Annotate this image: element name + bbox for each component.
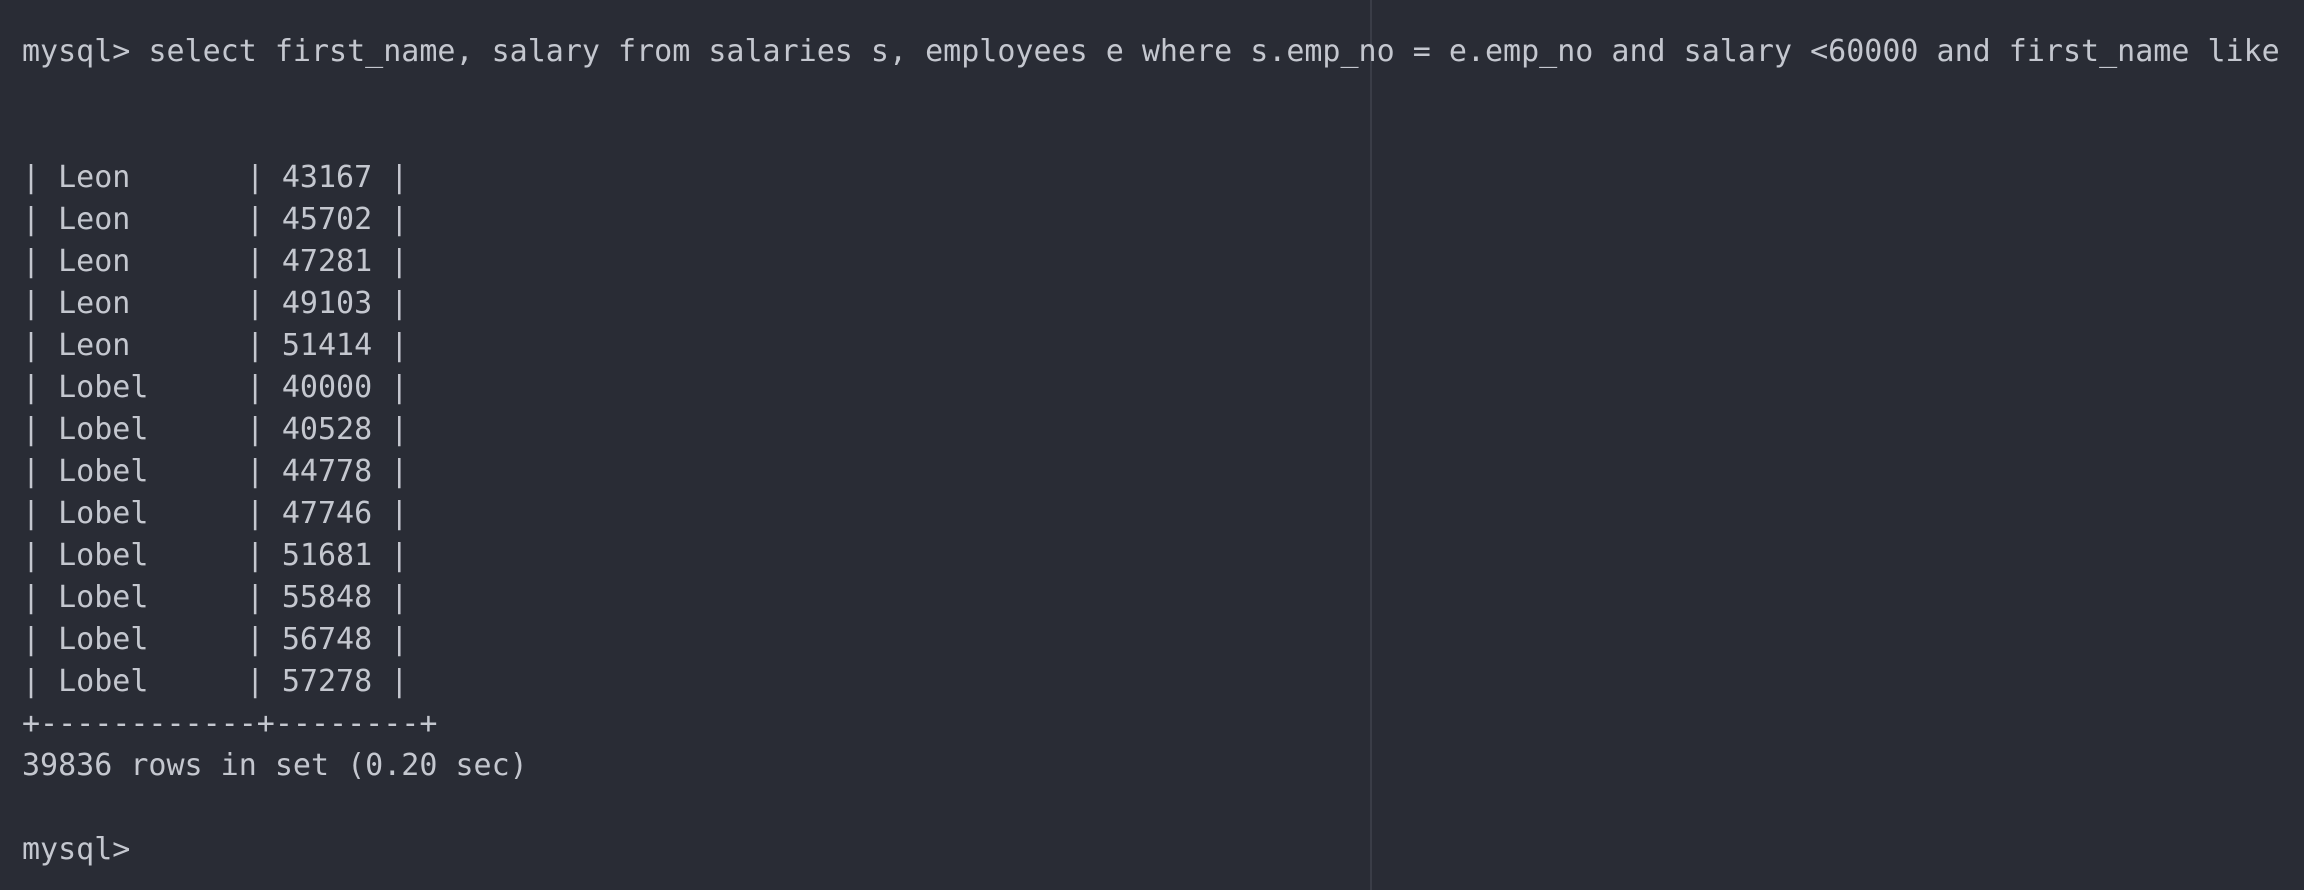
table-row: | Lobel | 55848 | bbox=[22, 577, 408, 619]
command-prompt: mysql> bbox=[22, 34, 149, 69]
first-name-cell: Leon bbox=[58, 160, 131, 195]
salary-cell: 51681 bbox=[281, 538, 373, 573]
column-separator: | bbox=[246, 664, 265, 699]
first-name-cell: Lobel bbox=[58, 538, 149, 573]
table-row: | Lobel | 47746 | bbox=[22, 493, 408, 535]
column-separator: | bbox=[246, 454, 265, 489]
result-summary: 39836 rows in set (0.20 sec) bbox=[22, 748, 528, 783]
column-separator: | bbox=[22, 622, 59, 657]
table-row: | Lobel | 51681 | bbox=[22, 535, 408, 577]
column-separator: | bbox=[22, 664, 59, 699]
column-separator: | bbox=[246, 622, 265, 657]
column-separator: | bbox=[372, 328, 409, 363]
column-separator: | bbox=[372, 202, 409, 237]
column-separator: | bbox=[372, 580, 409, 615]
first-name-cell: Leon bbox=[58, 286, 131, 321]
table-row: | Lobel | 40528 | bbox=[22, 409, 408, 451]
column-separator: | bbox=[246, 328, 265, 363]
salary-cell: 40528 bbox=[281, 412, 373, 447]
salary-cell: 57278 bbox=[281, 664, 373, 699]
first-name-cell: Lobel bbox=[58, 580, 149, 615]
first-name-cell: Lobel bbox=[58, 454, 149, 489]
column-separator: | bbox=[22, 160, 59, 195]
result-rows: | Leon | 43167 | | Leon | 45702 | | Leon | 47281… bbox=[22, 157, 408, 703]
column-separator: | bbox=[372, 244, 409, 279]
column-separator: | bbox=[372, 622, 409, 657]
first-name-cell: Lobel bbox=[58, 496, 149, 531]
first-name-cell: Lobel bbox=[58, 664, 149, 699]
table-row: | Lobel | 40000 | bbox=[22, 367, 408, 409]
table-row: | Lobel | 44778 | bbox=[22, 451, 408, 493]
column-separator: | bbox=[372, 454, 409, 489]
salary-cell: 45702 bbox=[281, 202, 373, 237]
terminal-window[interactable]: mysql> select first_name, salary from sa… bbox=[0, 0, 2304, 890]
salary-cell: 56748 bbox=[281, 622, 373, 657]
command-text: select first_name, salary from salaries … bbox=[148, 34, 2304, 69]
salary-cell: 49103 bbox=[281, 286, 373, 321]
column-separator: | bbox=[22, 328, 59, 363]
table-row: | Leon | 45702 | bbox=[22, 199, 408, 241]
column-separator: | bbox=[246, 412, 265, 447]
salary-cell: 47281 bbox=[281, 244, 373, 279]
table-row: | Leon | 43167 | bbox=[22, 157, 408, 199]
column-separator: | bbox=[372, 664, 409, 699]
column-separator: | bbox=[22, 580, 59, 615]
column-separator: | bbox=[22, 454, 59, 489]
table-row: | Lobel | 56748 | bbox=[22, 619, 408, 661]
salary-cell: 47746 bbox=[281, 496, 373, 531]
column-separator: | bbox=[22, 538, 59, 573]
first-name-cell: Lobel bbox=[58, 412, 149, 447]
column-separator: | bbox=[372, 286, 409, 321]
table-border: +------------+--------+ bbox=[22, 706, 438, 741]
column-separator: | bbox=[246, 496, 265, 531]
first-name-cell: Leon bbox=[58, 202, 131, 237]
column-separator: | bbox=[372, 370, 409, 405]
pane-divider bbox=[1370, 0, 1372, 890]
table-row: | Leon | 51414 | bbox=[22, 325, 408, 367]
column-separator: | bbox=[372, 160, 409, 195]
table-row: | Leon | 49103 | bbox=[22, 283, 408, 325]
column-separator: | bbox=[246, 160, 265, 195]
first-name-cell: Leon bbox=[58, 328, 131, 363]
column-separator: | bbox=[22, 370, 59, 405]
column-separator: | bbox=[246, 370, 265, 405]
column-separator: | bbox=[372, 538, 409, 573]
salary-cell: 40000 bbox=[281, 370, 373, 405]
command-line: mysql> select first_name, salary from sa… bbox=[22, 31, 2304, 73]
column-separator: | bbox=[22, 202, 59, 237]
column-separator: | bbox=[246, 286, 265, 321]
first-name-cell: Leon bbox=[58, 244, 131, 279]
column-separator: | bbox=[246, 244, 265, 279]
column-separator: | bbox=[22, 496, 59, 531]
column-separator: | bbox=[22, 286, 59, 321]
column-separator: | bbox=[22, 412, 59, 447]
table-row: | Lobel | 57278 | bbox=[22, 661, 408, 703]
first-name-cell: Lobel bbox=[58, 622, 149, 657]
column-separator: | bbox=[22, 244, 59, 279]
column-separator: | bbox=[246, 202, 265, 237]
first-name-cell: Lobel bbox=[58, 370, 149, 405]
salary-cell: 43167 bbox=[281, 160, 373, 195]
column-separator: | bbox=[372, 412, 409, 447]
column-separator: | bbox=[372, 496, 409, 531]
column-separator: | bbox=[246, 580, 265, 615]
column-separator: | bbox=[246, 538, 265, 573]
input-prompt[interactable]: mysql> bbox=[22, 829, 130, 871]
salary-cell: 51414 bbox=[281, 328, 373, 363]
salary-cell: 44778 bbox=[281, 454, 373, 489]
salary-cell: 55848 bbox=[281, 580, 373, 615]
table-row: | Leon | 47281 | bbox=[22, 241, 408, 283]
